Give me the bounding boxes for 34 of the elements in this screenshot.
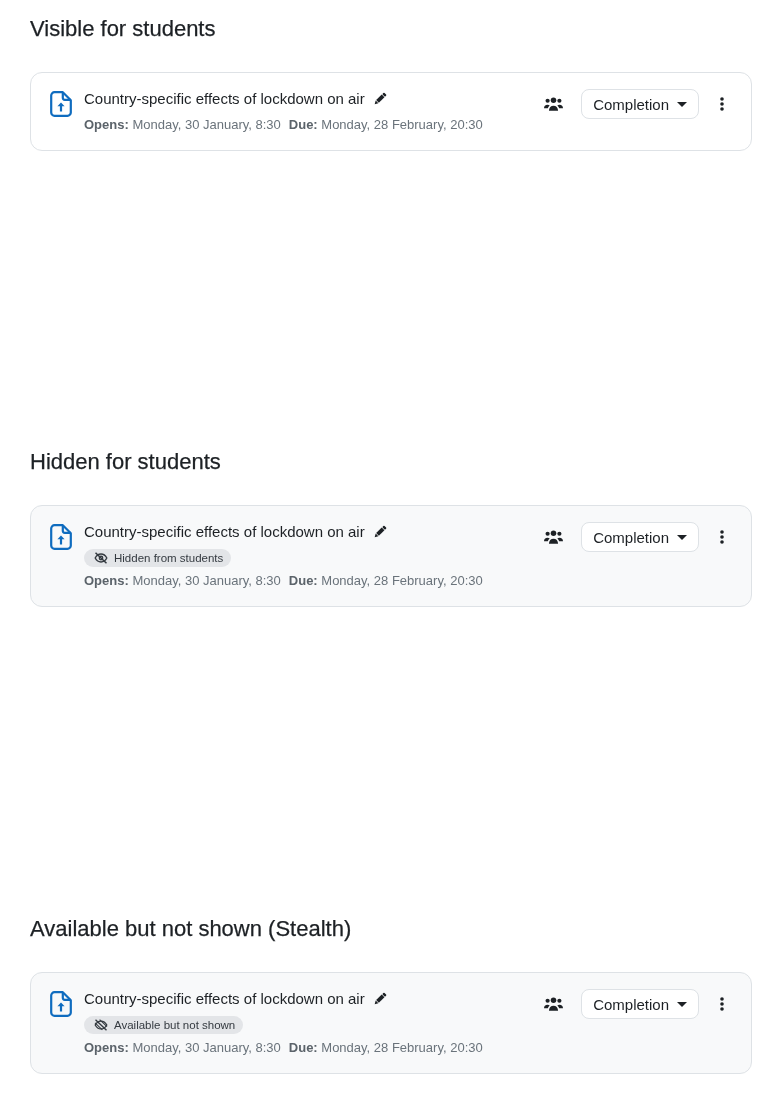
file-upload-icon	[50, 524, 72, 550]
date-text: Due: Monday, 28 February, 20:30	[288, 1039, 483, 1057]
section-heading: Available but not shown (Stealth)	[30, 915, 352, 943]
date-text: Due: Monday, 28 February, 20:30	[288, 572, 483, 590]
activity-title[interactable]: Country-specific effects of lockdown on air	[84, 89, 365, 109]
kebab-menu-icon[interactable]	[720, 97, 724, 111]
completion-dropdown[interactable]: Completion	[581, 989, 699, 1019]
caret-icon	[677, 534, 687, 540]
visibility-label: Available but not shown	[114, 1018, 236, 1033]
group-icon[interactable]	[544, 97, 564, 111]
section-heading: Hidden for students	[30, 448, 221, 476]
completion-dropdown[interactable]: Completion	[581, 89, 699, 119]
kebab-menu-icon[interactable]	[720, 530, 724, 544]
visibility-label: Hidden from students	[114, 551, 224, 566]
date-text: Due: Monday, 28 February, 20:30	[288, 116, 483, 134]
pencil-icon[interactable]	[372, 992, 387, 1006]
date-text: Opens: Monday, 30 January, 8:30	[84, 1039, 281, 1057]
activity-title[interactable]: Country-specific effects of lockdown on air	[84, 989, 365, 1009]
pencil-icon[interactable]	[372, 92, 387, 106]
pencil-icon[interactable]	[372, 525, 387, 539]
file-upload-icon	[50, 91, 72, 117]
group-icon[interactable]	[544, 530, 564, 544]
activity-title[interactable]: Country-specific effects of lockdown on air	[84, 522, 365, 542]
kebab-menu-icon[interactable]	[720, 997, 724, 1011]
hatched-eye-icon	[94, 1019, 108, 1031]
file-upload-icon	[50, 991, 72, 1017]
group-icon[interactable]	[544, 997, 564, 1011]
date-text: Opens: Monday, 30 January, 8:30	[84, 572, 281, 590]
eye-slash-icon	[94, 552, 108, 564]
caret-icon	[677, 101, 687, 107]
section-heading: Visible for students	[30, 15, 216, 43]
completion-dropdown[interactable]: Completion	[581, 522, 699, 552]
date-text: Opens: Monday, 30 January, 8:30	[84, 116, 281, 134]
caret-icon	[677, 1001, 687, 1007]
